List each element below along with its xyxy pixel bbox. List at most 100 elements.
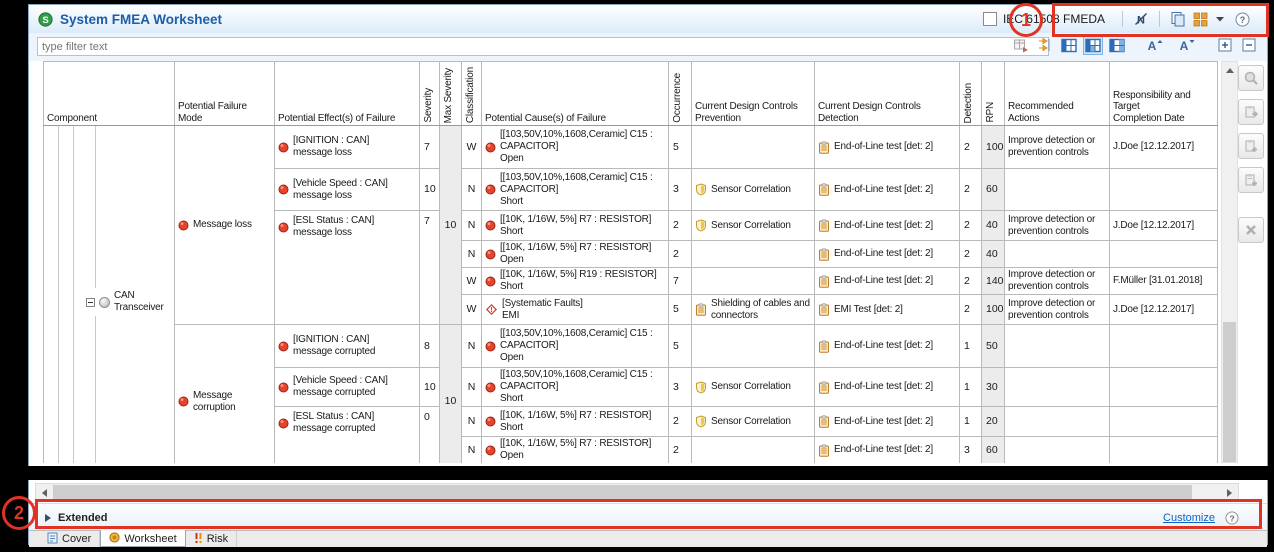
dropdown-caret-icon[interactable]: [1211, 10, 1229, 28]
cell-det[interactable]: 1: [960, 368, 982, 407]
table-view-wide-icon[interactable]: [1108, 36, 1126, 54]
delete-row-button[interactable]: [1238, 217, 1264, 243]
col-header-rec[interactable]: Recommended Actions: [1005, 62, 1110, 126]
cell-class[interactable]: N: [462, 169, 482, 211]
cell-component[interactable]: CAN Transceiver: [44, 126, 175, 464]
cell-class[interactable]: W: [462, 268, 482, 295]
cell-resp[interactable]: [1110, 241, 1218, 268]
cell-resp[interactable]: [1110, 437, 1218, 464]
table-view-compact-icon[interactable]: [1060, 36, 1078, 54]
cell-class[interactable]: W: [462, 126, 482, 169]
horizontal-scrollbar-thumb[interactable]: [53, 485, 1192, 500]
export-table-icon[interactable]: [1012, 36, 1030, 54]
cell-fmode[interactable]: Message loss: [175, 126, 275, 325]
cell-effect[interactable]: [IGNITION : CAN] message corrupted: [275, 325, 420, 368]
cell-resp[interactable]: J.Doe [12.12.2017]: [1110, 295, 1218, 325]
col-header-sev[interactable]: Severity: [420, 62, 440, 126]
cell-rpn[interactable]: 140: [982, 268, 1005, 295]
cell-rpn[interactable]: 30: [982, 368, 1005, 407]
col-header-maxsev[interactable]: Max Severity: [440, 62, 462, 126]
cell-detctrl[interactable]: EMI Test [det: 2]: [815, 295, 960, 325]
cell-occ[interactable]: 5: [669, 126, 692, 169]
cell-sev[interactable]: 0: [420, 407, 440, 464]
cell-occ[interactable]: 3: [669, 169, 692, 211]
vertical-scrollbar[interactable]: [1221, 61, 1238, 463]
cell-prev[interactable]: [692, 241, 815, 268]
reorganize-icon[interactable]: [1036, 36, 1054, 54]
scroll-right-icon[interactable]: [1221, 484, 1238, 501]
cell-resp[interactable]: [1110, 407, 1218, 437]
cell-det[interactable]: 2: [960, 211, 982, 241]
cell-detctrl[interactable]: End-of-Line test [det: 2]: [815, 325, 960, 368]
cell-maxsev[interactable]: 10: [440, 126, 462, 325]
cell-prev[interactable]: Sensor Correlation: [692, 211, 815, 241]
hide-annotations-icon[interactable]: N: [1132, 10, 1150, 28]
cell-det[interactable]: 2: [960, 241, 982, 268]
horizontal-scrollbar[interactable]: [35, 483, 1239, 502]
cell-rec[interactable]: [1005, 169, 1110, 211]
expand-all-icon[interactable]: [1216, 36, 1234, 54]
cell-cause[interactable]: ![Systematic Faults] EMI: [482, 295, 669, 325]
cell-class[interactable]: N: [462, 325, 482, 368]
col-header-detctrl[interactable]: Current Design Controls Detection: [815, 62, 960, 126]
col-header-fmode[interactable]: Potential Failure Mode: [175, 62, 275, 126]
cell-occ[interactable]: 7: [669, 268, 692, 295]
cell-effect[interactable]: [ESL Status : CAN] message loss: [275, 211, 420, 325]
cell-prev[interactable]: [692, 126, 815, 169]
cell-rec[interactable]: [1005, 368, 1110, 407]
add-prevention-control-button[interactable]: [1238, 133, 1264, 159]
col-header-rpn[interactable]: RPN: [982, 62, 1005, 126]
cell-prev[interactable]: [692, 268, 815, 295]
scroll-left-icon[interactable]: [36, 484, 53, 501]
cell-detctrl[interactable]: End-of-Line test [det: 2]: [815, 169, 960, 211]
col-header-det[interactable]: Detection: [960, 62, 982, 126]
cell-rpn[interactable]: 20: [982, 407, 1005, 437]
font-decrease-icon[interactable]: A: [1178, 36, 1196, 54]
copy-icon[interactable]: [1169, 10, 1187, 28]
cell-det[interactable]: 2: [960, 126, 982, 169]
cell-effect[interactable]: [ESL Status : CAN] message corrupted: [275, 407, 420, 464]
customize-link[interactable]: Customize: [1163, 512, 1215, 524]
col-header-effect[interactable]: Potential Effect(s) of Failure: [275, 62, 420, 126]
cell-det[interactable]: 1: [960, 407, 982, 437]
cell-resp[interactable]: [1110, 169, 1218, 211]
cell-cause[interactable]: [[10K, 1/16W, 5%] R7 : RESISTOR] Open: [482, 437, 669, 464]
cell-cause[interactable]: [[10K, 1/16W, 5%] R19 : RESISTOR] Short: [482, 268, 669, 295]
scroll-up-icon[interactable]: [1222, 62, 1237, 78]
cell-det[interactable]: 2: [960, 295, 982, 325]
paste-control-button[interactable]: [1238, 99, 1264, 125]
cell-prev[interactable]: [692, 325, 815, 368]
cell-sev[interactable]: 10: [420, 368, 440, 407]
col-header-prev[interactable]: Current Design Controls Prevention: [692, 62, 815, 126]
cell-sev[interactable]: 7: [420, 126, 440, 169]
cell-detctrl[interactable]: End-of-Line test [det: 2]: [815, 407, 960, 437]
cell-effect[interactable]: [Vehicle Speed : CAN] message corrupted: [275, 368, 420, 407]
cell-class[interactable]: N: [462, 241, 482, 268]
cell-rpn[interactable]: 40: [982, 211, 1005, 241]
add-detection-control-button[interactable]: [1238, 167, 1264, 193]
cell-cause[interactable]: [[103,50V,10%,1608,Ceramic] C15 : CAPACI…: [482, 325, 669, 368]
table-view-standard-icon[interactable]: [1084, 36, 1102, 54]
cell-resp[interactable]: [1110, 325, 1218, 368]
cell-effect[interactable]: [IGNITION : CAN] message loss: [275, 126, 420, 169]
cell-class[interactable]: N: [462, 407, 482, 437]
fmeda-checkbox[interactable]: [983, 12, 997, 26]
cell-resp[interactable]: F.Müller [31.01.2018]: [1110, 268, 1218, 295]
col-header-component[interactable]: Component: [44, 62, 175, 126]
cell-rpn[interactable]: 60: [982, 437, 1005, 464]
cell-rec[interactable]: Improve detection or prevention controls: [1005, 126, 1110, 169]
cell-prev[interactable]: Sensor Correlation: [692, 368, 815, 407]
cell-detctrl[interactable]: End-of-Line test [det: 2]: [815, 437, 960, 464]
cell-detctrl[interactable]: End-of-Line test [det: 2]: [815, 126, 960, 169]
cell-detctrl[interactable]: End-of-Line test [det: 2]: [815, 241, 960, 268]
col-header-occ[interactable]: Occurrence: [669, 62, 692, 126]
cell-cause[interactable]: [[10K, 1/16W, 5%] R7 : RESISTOR] Open: [482, 241, 669, 268]
cell-class[interactable]: N: [462, 437, 482, 464]
cell-occ[interactable]: 2: [669, 407, 692, 437]
cell-prev[interactable]: Sensor Correlation: [692, 169, 815, 211]
cell-resp[interactable]: J.Doe [12.12.2017]: [1110, 126, 1218, 169]
chevron-right-icon[interactable]: [45, 514, 51, 522]
cell-class[interactable]: W: [462, 295, 482, 325]
cell-rec[interactable]: Improve detection or prevention controls: [1005, 211, 1110, 241]
cell-det[interactable]: 1: [960, 325, 982, 368]
